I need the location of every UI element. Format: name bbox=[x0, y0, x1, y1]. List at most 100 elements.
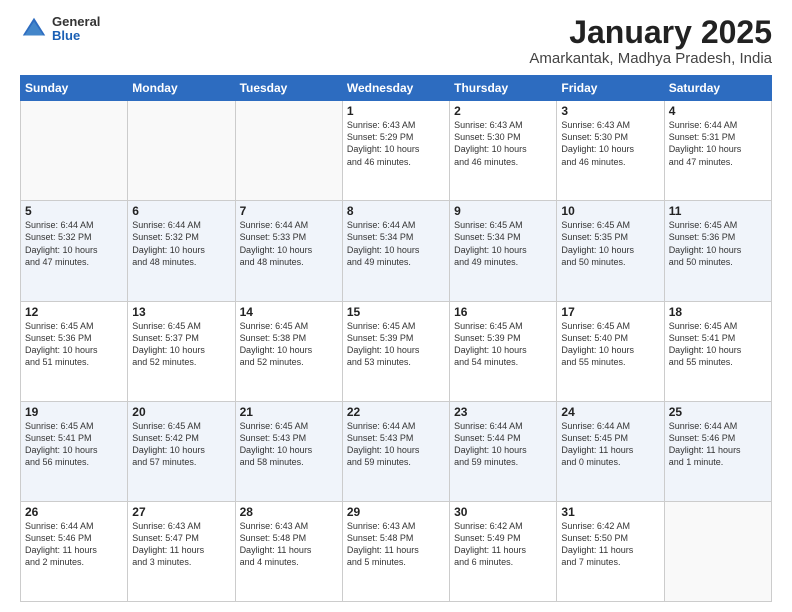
calendar-cell: 17Sunrise: 6:45 AM Sunset: 5:40 PM Dayli… bbox=[557, 301, 664, 401]
day-info: Sunrise: 6:44 AM Sunset: 5:43 PM Dayligh… bbox=[347, 420, 445, 469]
day-number: 2 bbox=[454, 104, 552, 118]
day-info: Sunrise: 6:44 AM Sunset: 5:32 PM Dayligh… bbox=[25, 219, 123, 268]
day-number: 27 bbox=[132, 505, 230, 519]
calendar-cell: 22Sunrise: 6:44 AM Sunset: 5:43 PM Dayli… bbox=[342, 401, 449, 501]
calendar-cell: 4Sunrise: 6:44 AM Sunset: 5:31 PM Daylig… bbox=[664, 101, 771, 201]
col-wednesday: Wednesday bbox=[342, 76, 449, 101]
day-number: 4 bbox=[669, 104, 767, 118]
day-number: 30 bbox=[454, 505, 552, 519]
calendar-cell: 18Sunrise: 6:45 AM Sunset: 5:41 PM Dayli… bbox=[664, 301, 771, 401]
calendar-cell: 26Sunrise: 6:44 AM Sunset: 5:46 PM Dayli… bbox=[21, 501, 128, 601]
day-number: 11 bbox=[669, 204, 767, 218]
calendar-cell: 10Sunrise: 6:45 AM Sunset: 5:35 PM Dayli… bbox=[557, 201, 664, 301]
calendar-cell: 13Sunrise: 6:45 AM Sunset: 5:37 PM Dayli… bbox=[128, 301, 235, 401]
calendar-cell: 7Sunrise: 6:44 AM Sunset: 5:33 PM Daylig… bbox=[235, 201, 342, 301]
calendar-location: Amarkantak, Madhya Pradesh, India bbox=[529, 50, 772, 67]
day-number: 24 bbox=[561, 405, 659, 419]
calendar-row-4: 19Sunrise: 6:45 AM Sunset: 5:41 PM Dayli… bbox=[21, 401, 772, 501]
day-number: 25 bbox=[669, 405, 767, 419]
day-info: Sunrise: 6:45 AM Sunset: 5:43 PM Dayligh… bbox=[240, 420, 338, 469]
day-number: 3 bbox=[561, 104, 659, 118]
day-info: Sunrise: 6:45 AM Sunset: 5:38 PM Dayligh… bbox=[240, 320, 338, 369]
day-number: 5 bbox=[25, 204, 123, 218]
header-row: Sunday Monday Tuesday Wednesday Thursday… bbox=[21, 76, 772, 101]
day-info: Sunrise: 6:45 AM Sunset: 5:37 PM Dayligh… bbox=[132, 320, 230, 369]
logo-general-text: General bbox=[52, 15, 100, 29]
calendar-cell: 28Sunrise: 6:43 AM Sunset: 5:48 PM Dayli… bbox=[235, 501, 342, 601]
calendar-cell: 2Sunrise: 6:43 AM Sunset: 5:30 PM Daylig… bbox=[450, 101, 557, 201]
calendar-row-3: 12Sunrise: 6:45 AM Sunset: 5:36 PM Dayli… bbox=[21, 301, 772, 401]
calendar-cell: 3Sunrise: 6:43 AM Sunset: 5:30 PM Daylig… bbox=[557, 101, 664, 201]
day-info: Sunrise: 6:45 AM Sunset: 5:34 PM Dayligh… bbox=[454, 219, 552, 268]
calendar-cell: 27Sunrise: 6:43 AM Sunset: 5:47 PM Dayli… bbox=[128, 501, 235, 601]
day-number: 15 bbox=[347, 305, 445, 319]
day-number: 29 bbox=[347, 505, 445, 519]
day-number: 8 bbox=[347, 204, 445, 218]
calendar-cell bbox=[664, 501, 771, 601]
calendar-cell: 9Sunrise: 6:45 AM Sunset: 5:34 PM Daylig… bbox=[450, 201, 557, 301]
calendar-cell: 24Sunrise: 6:44 AM Sunset: 5:45 PM Dayli… bbox=[557, 401, 664, 501]
day-number: 22 bbox=[347, 405, 445, 419]
day-info: Sunrise: 6:43 AM Sunset: 5:47 PM Dayligh… bbox=[132, 520, 230, 569]
logo-text: General Blue bbox=[52, 15, 100, 44]
day-info: Sunrise: 6:44 AM Sunset: 5:32 PM Dayligh… bbox=[132, 219, 230, 268]
calendar-table: Sunday Monday Tuesday Wednesday Thursday… bbox=[20, 75, 772, 602]
day-info: Sunrise: 6:43 AM Sunset: 5:29 PM Dayligh… bbox=[347, 119, 445, 168]
calendar-cell: 15Sunrise: 6:45 AM Sunset: 5:39 PM Dayli… bbox=[342, 301, 449, 401]
day-info: Sunrise: 6:43 AM Sunset: 5:30 PM Dayligh… bbox=[561, 119, 659, 168]
day-number: 1 bbox=[347, 104, 445, 118]
col-tuesday: Tuesday bbox=[235, 76, 342, 101]
day-info: Sunrise: 6:43 AM Sunset: 5:48 PM Dayligh… bbox=[240, 520, 338, 569]
day-info: Sunrise: 6:45 AM Sunset: 5:42 PM Dayligh… bbox=[132, 420, 230, 469]
day-number: 31 bbox=[561, 505, 659, 519]
day-number: 7 bbox=[240, 204, 338, 218]
calendar-cell: 1Sunrise: 6:43 AM Sunset: 5:29 PM Daylig… bbox=[342, 101, 449, 201]
calendar-cell: 8Sunrise: 6:44 AM Sunset: 5:34 PM Daylig… bbox=[342, 201, 449, 301]
day-info: Sunrise: 6:43 AM Sunset: 5:48 PM Dayligh… bbox=[347, 520, 445, 569]
day-number: 21 bbox=[240, 405, 338, 419]
day-info: Sunrise: 6:42 AM Sunset: 5:50 PM Dayligh… bbox=[561, 520, 659, 569]
day-info: Sunrise: 6:44 AM Sunset: 5:31 PM Dayligh… bbox=[669, 119, 767, 168]
day-info: Sunrise: 6:45 AM Sunset: 5:36 PM Dayligh… bbox=[669, 219, 767, 268]
col-saturday: Saturday bbox=[664, 76, 771, 101]
day-info: Sunrise: 6:45 AM Sunset: 5:39 PM Dayligh… bbox=[454, 320, 552, 369]
title-block: January 2025 Amarkantak, Madhya Pradesh,… bbox=[529, 15, 772, 67]
calendar-cell bbox=[21, 101, 128, 201]
calendar-cell: 14Sunrise: 6:45 AM Sunset: 5:38 PM Dayli… bbox=[235, 301, 342, 401]
calendar-cell: 5Sunrise: 6:44 AM Sunset: 5:32 PM Daylig… bbox=[21, 201, 128, 301]
calendar-cell: 25Sunrise: 6:44 AM Sunset: 5:46 PM Dayli… bbox=[664, 401, 771, 501]
calendar-cell: 29Sunrise: 6:43 AM Sunset: 5:48 PM Dayli… bbox=[342, 501, 449, 601]
day-number: 14 bbox=[240, 305, 338, 319]
day-number: 10 bbox=[561, 204, 659, 218]
day-number: 9 bbox=[454, 204, 552, 218]
day-info: Sunrise: 6:44 AM Sunset: 5:46 PM Dayligh… bbox=[669, 420, 767, 469]
day-number: 16 bbox=[454, 305, 552, 319]
calendar-cell: 23Sunrise: 6:44 AM Sunset: 5:44 PM Dayli… bbox=[450, 401, 557, 501]
day-info: Sunrise: 6:45 AM Sunset: 5:41 PM Dayligh… bbox=[669, 320, 767, 369]
calendar-cell: 16Sunrise: 6:45 AM Sunset: 5:39 PM Dayli… bbox=[450, 301, 557, 401]
day-number: 13 bbox=[132, 305, 230, 319]
day-number: 17 bbox=[561, 305, 659, 319]
col-friday: Friday bbox=[557, 76, 664, 101]
day-number: 12 bbox=[25, 305, 123, 319]
day-number: 19 bbox=[25, 405, 123, 419]
logo-blue-text: Blue bbox=[52, 29, 100, 43]
calendar-cell: 30Sunrise: 6:42 AM Sunset: 5:49 PM Dayli… bbox=[450, 501, 557, 601]
calendar-row-5: 26Sunrise: 6:44 AM Sunset: 5:46 PM Dayli… bbox=[21, 501, 772, 601]
col-monday: Monday bbox=[128, 76, 235, 101]
day-info: Sunrise: 6:44 AM Sunset: 5:45 PM Dayligh… bbox=[561, 420, 659, 469]
day-number: 26 bbox=[25, 505, 123, 519]
page: General Blue January 2025 Amarkantak, Ma… bbox=[0, 0, 792, 612]
calendar-row-2: 5Sunrise: 6:44 AM Sunset: 5:32 PM Daylig… bbox=[21, 201, 772, 301]
day-info: Sunrise: 6:43 AM Sunset: 5:30 PM Dayligh… bbox=[454, 119, 552, 168]
day-info: Sunrise: 6:45 AM Sunset: 5:35 PM Dayligh… bbox=[561, 219, 659, 268]
day-number: 23 bbox=[454, 405, 552, 419]
day-info: Sunrise: 6:45 AM Sunset: 5:36 PM Dayligh… bbox=[25, 320, 123, 369]
day-number: 20 bbox=[132, 405, 230, 419]
day-info: Sunrise: 6:45 AM Sunset: 5:40 PM Dayligh… bbox=[561, 320, 659, 369]
day-info: Sunrise: 6:44 AM Sunset: 5:33 PM Dayligh… bbox=[240, 219, 338, 268]
calendar-cell bbox=[128, 101, 235, 201]
calendar-cell: 19Sunrise: 6:45 AM Sunset: 5:41 PM Dayli… bbox=[21, 401, 128, 501]
calendar-cell: 11Sunrise: 6:45 AM Sunset: 5:36 PM Dayli… bbox=[664, 201, 771, 301]
calendar-cell: 20Sunrise: 6:45 AM Sunset: 5:42 PM Dayli… bbox=[128, 401, 235, 501]
